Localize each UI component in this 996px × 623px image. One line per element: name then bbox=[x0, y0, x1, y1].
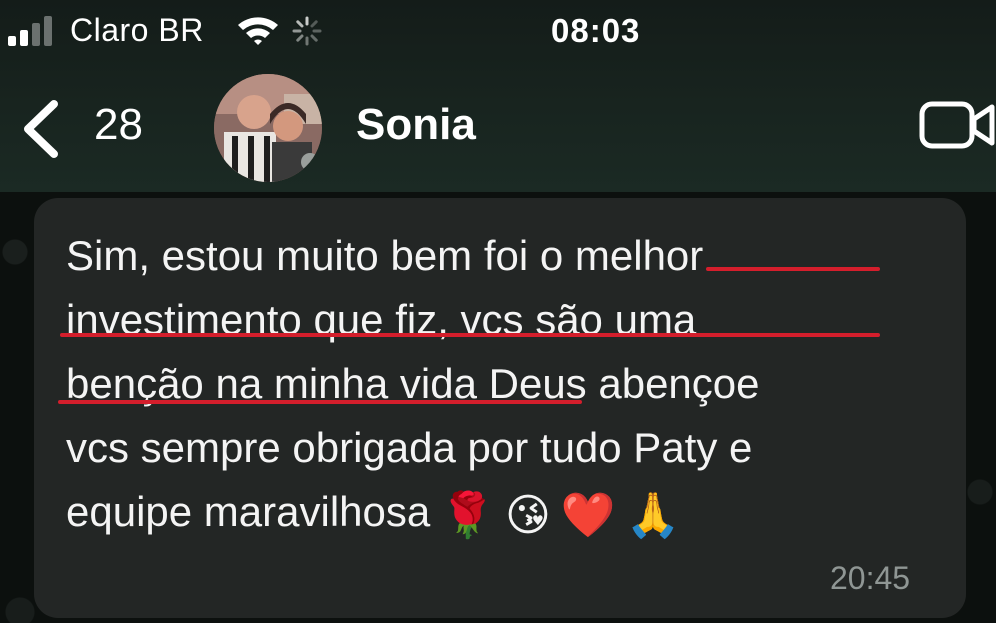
message-timestamp: 20:45 bbox=[830, 560, 911, 596]
message-fragment: Sim, estou muito bem foi o bbox=[66, 232, 575, 279]
status-bar: Claro BR 08:03 bbox=[0, 0, 996, 62]
top-bar: Claro BR 08:03 28 Sonia bbox=[0, 0, 996, 192]
message-line-4: vcs sempre obrigada por tudo Paty e bbox=[66, 424, 753, 471]
message-fragment-underlined: melhor bbox=[574, 232, 704, 279]
message-line-5: equipe maravilhosa 🌹 😘 ❤️ 🙏 bbox=[66, 480, 966, 548]
back-chevron-icon[interactable] bbox=[18, 98, 66, 160]
avatar-photo bbox=[214, 74, 322, 182]
contact-name[interactable]: Sonia bbox=[356, 100, 476, 150]
contact-avatar[interactable] bbox=[214, 74, 322, 182]
praying-hands-emoji: 🙏 bbox=[625, 490, 681, 541]
message-text: Sim, estou muito bem foi o melhor invest… bbox=[66, 224, 966, 548]
status-clock: 08:03 bbox=[551, 12, 641, 49]
rose-emoji: 🌹 bbox=[440, 490, 496, 541]
chat-header: 28 Sonia bbox=[0, 62, 996, 192]
kiss-face-emoji: 😘 bbox=[505, 490, 551, 541]
red-underline-3 bbox=[58, 400, 582, 404]
loading-spinner-icon bbox=[292, 16, 322, 46]
message-line-3: benção na minha vida Deus abençoe bbox=[66, 352, 966, 416]
red-heart-emoji: ❤️ bbox=[560, 490, 616, 541]
wifi-icon bbox=[238, 17, 278, 45]
cellular-signal-icon bbox=[8, 16, 52, 46]
message-line-1: Sim, estou muito bem foi o melhor bbox=[66, 224, 966, 288]
carrier-name: Claro BR bbox=[70, 12, 204, 48]
video-call-icon[interactable] bbox=[918, 98, 996, 152]
message-fragment: equipe maravilhosa bbox=[66, 488, 431, 535]
unread-count[interactable]: 28 bbox=[94, 100, 143, 150]
message-line-2: investimento que fiz, vcs são uma bbox=[66, 288, 966, 352]
red-underline-2 bbox=[60, 333, 880, 337]
red-underline-1 bbox=[706, 267, 880, 271]
